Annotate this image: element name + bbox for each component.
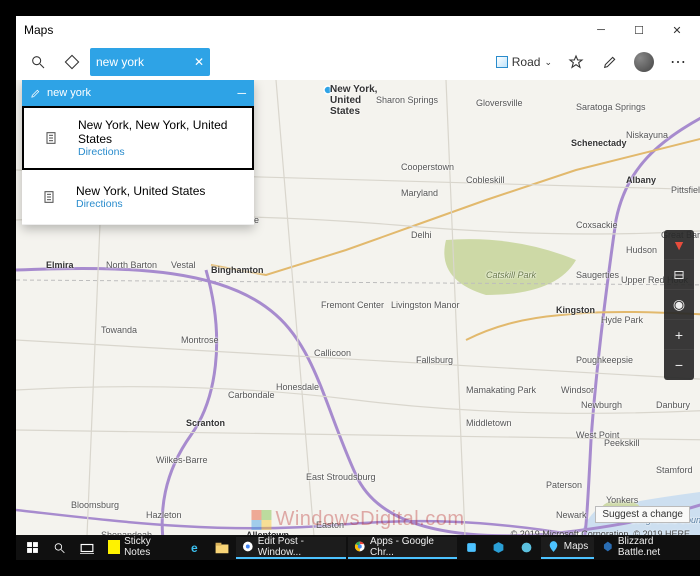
collapse-icon[interactable]: ─ (237, 86, 246, 100)
search-results-header[interactable]: new york ─ (22, 80, 254, 106)
taskbar-item[interactable]: Maps (541, 537, 594, 559)
taskbar: Sticky Notes e Edit Post - Window... App… (16, 535, 700, 560)
account-avatar[interactable] (628, 46, 660, 78)
search-result-item[interactable]: New York, New York, United States Direct… (22, 106, 254, 170)
map-canvas[interactable]: New York, United States Sharon SpringsGl… (16, 80, 700, 551)
zoom-in-button[interactable]: + (664, 320, 694, 350)
search-taskbar-icon[interactable] (47, 537, 72, 559)
tilt-button[interactable] (664, 260, 694, 290)
explorer-icon[interactable] (209, 537, 234, 559)
ink-icon[interactable] (594, 46, 626, 78)
directions-icon[interactable] (56, 46, 88, 78)
toolbar: new york ✕ Road ⌄ ⋯ (16, 44, 700, 80)
search-result-item[interactable]: New York, United States Directions (22, 170, 254, 225)
result-title: New York, New York, United States (78, 118, 242, 146)
place-icon (34, 121, 68, 155)
maximize-button[interactable]: ☐ (620, 17, 658, 43)
result-directions-link[interactable]: Directions (76, 198, 244, 210)
taskbar-item[interactable]: Edit Post - Window... (236, 537, 346, 559)
taskbar-item[interactable]: Apps - Google Chr... (348, 537, 457, 559)
result-directions-link[interactable]: Directions (78, 146, 242, 158)
search-input[interactable]: new york ✕ (90, 48, 210, 76)
edge-icon[interactable]: e (182, 537, 207, 559)
clear-search-icon[interactable]: ✕ (194, 55, 204, 69)
start-button[interactable] (20, 537, 45, 559)
chevron-down-icon: ⌄ (544, 57, 552, 68)
titlebar: Maps ─ ☐ ✕ (16, 16, 700, 44)
maps-window: Maps ─ ☐ ✕ new york ✕ Road ⌄ (16, 16, 700, 551)
search-results-header-text: new york (47, 87, 231, 99)
tool-icon[interactable] (486, 537, 511, 559)
taskbar-item[interactable]: Sticky Notes (102, 537, 180, 559)
map-style-button[interactable]: Road ⌄ (490, 55, 558, 69)
taskview-icon[interactable] (74, 537, 99, 559)
map-style-icon (496, 56, 508, 68)
map-style-label: Road (512, 55, 541, 69)
compass-button[interactable]: ▼ (664, 230, 694, 260)
map-controls: ▼ ◉ + − (664, 230, 694, 380)
search-text: new york (96, 55, 194, 69)
taskbar-item[interactable]: Blizzard Battle.net (596, 537, 696, 559)
suggest-change-button[interactable]: Suggest a change (595, 506, 690, 523)
tool-icon[interactable] (514, 537, 539, 559)
locate-button[interactable]: ◉ (664, 290, 694, 320)
favorites-icon[interactable] (560, 46, 592, 78)
minimize-button[interactable]: ─ (582, 17, 620, 43)
sticky-notes-icon (108, 540, 121, 554)
result-title: New York, United States (76, 184, 244, 198)
search-results-dropdown: new york ─ New York, New York, United St… (22, 80, 254, 225)
place-icon (32, 180, 66, 214)
window-title: Maps (24, 23, 582, 37)
tool-icon[interactable] (459, 537, 484, 559)
search-icon[interactable] (22, 46, 54, 78)
more-icon[interactable]: ⋯ (662, 46, 694, 78)
zoom-out-button[interactable]: − (664, 350, 694, 380)
close-button[interactable]: ✕ (658, 17, 696, 43)
